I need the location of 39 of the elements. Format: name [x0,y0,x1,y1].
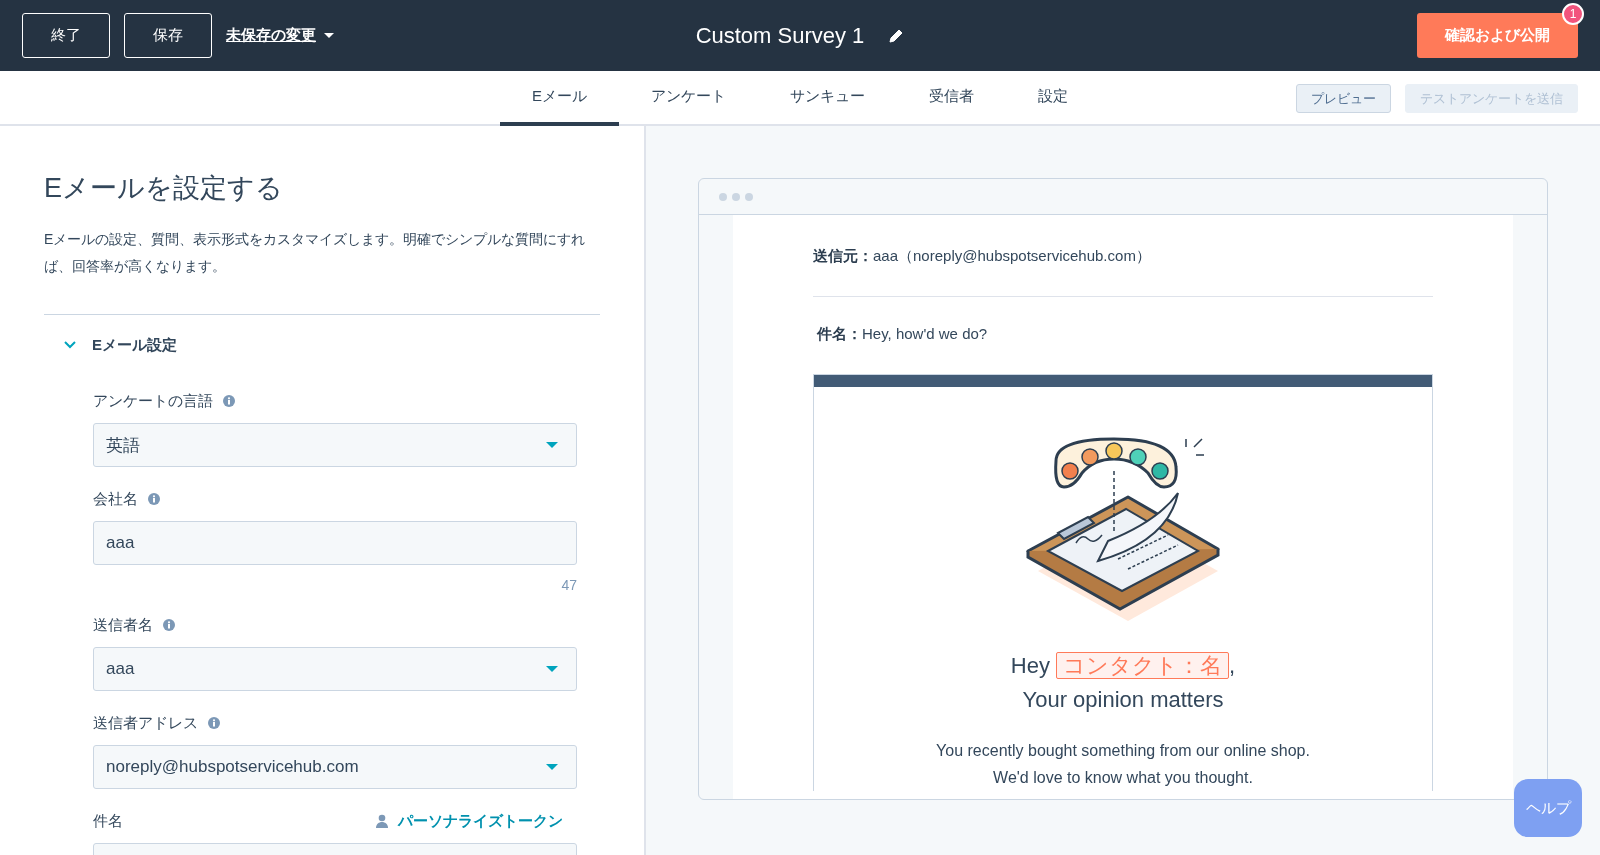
field-label: 送信者アドレス [93,713,198,733]
select-field[interactable]: 英語 [93,423,577,467]
caret-icon [324,33,334,38]
select-field[interactable]: aaa [93,647,577,691]
personalize-token-link[interactable]: パーソナライズトークン [376,811,563,831]
character-counter: 47 [560,577,577,593]
greeting-text: Hey コンタクト：名 , [1010,651,1236,681]
section-toggle[interactable]: Eメール設定 [44,331,177,359]
exit-button[interactable]: 終了 [22,13,110,58]
field-label: 件名 [93,811,123,831]
email-headline: Your opinion matters [1022,687,1224,713]
survey-title: Custom Survey 1 [695,22,865,49]
select-field[interactable]: noreply@hubspotservicehub.com [93,745,577,789]
dropdown-caret-icon [546,764,558,770]
tab[interactable]: 受信者 [897,71,1006,126]
field-label: 送信者名 [93,615,153,635]
preview-button[interactable]: プレビュー [1296,84,1391,113]
info-icon[interactable] [223,395,235,407]
tab[interactable]: サンキュー [758,71,897,126]
tab[interactable]: 設定 [1006,71,1100,126]
pencil-icon[interactable] [888,27,905,44]
save-button[interactable]: 保存 [124,13,212,58]
dropdown-caret-icon [546,666,558,672]
text-field[interactable]: aaa [93,521,577,565]
tab[interactable]: アンケート [619,71,758,126]
panel-description: Eメールの設定、質問、表示形式をカスタマイズします。明確でシンプルな質問にすれば、回答率が高くなります。 [44,230,587,276]
info-icon[interactable] [148,493,160,505]
notification-badge: 1 [1562,3,1584,25]
info-icon[interactable] [208,717,220,729]
subject-line: 件名：Hey, how'd we do? [815,325,989,344]
dropdown-caret-icon [546,442,558,448]
sender-line: 送信元：aaa（noreply@hubspotservicehub.com） [813,247,1152,266]
field-label: アンケートの言語 [93,391,213,411]
window-dots-icon [719,192,753,201]
panel-heading: Eメールを設定する [44,172,284,205]
person-icon [376,814,388,828]
info-icon[interactable] [163,619,175,631]
email-body-text: You recently bought something from our online shop. We'd love to know what you thought. [935,741,1311,788]
field-label: 会社名 [93,489,138,509]
